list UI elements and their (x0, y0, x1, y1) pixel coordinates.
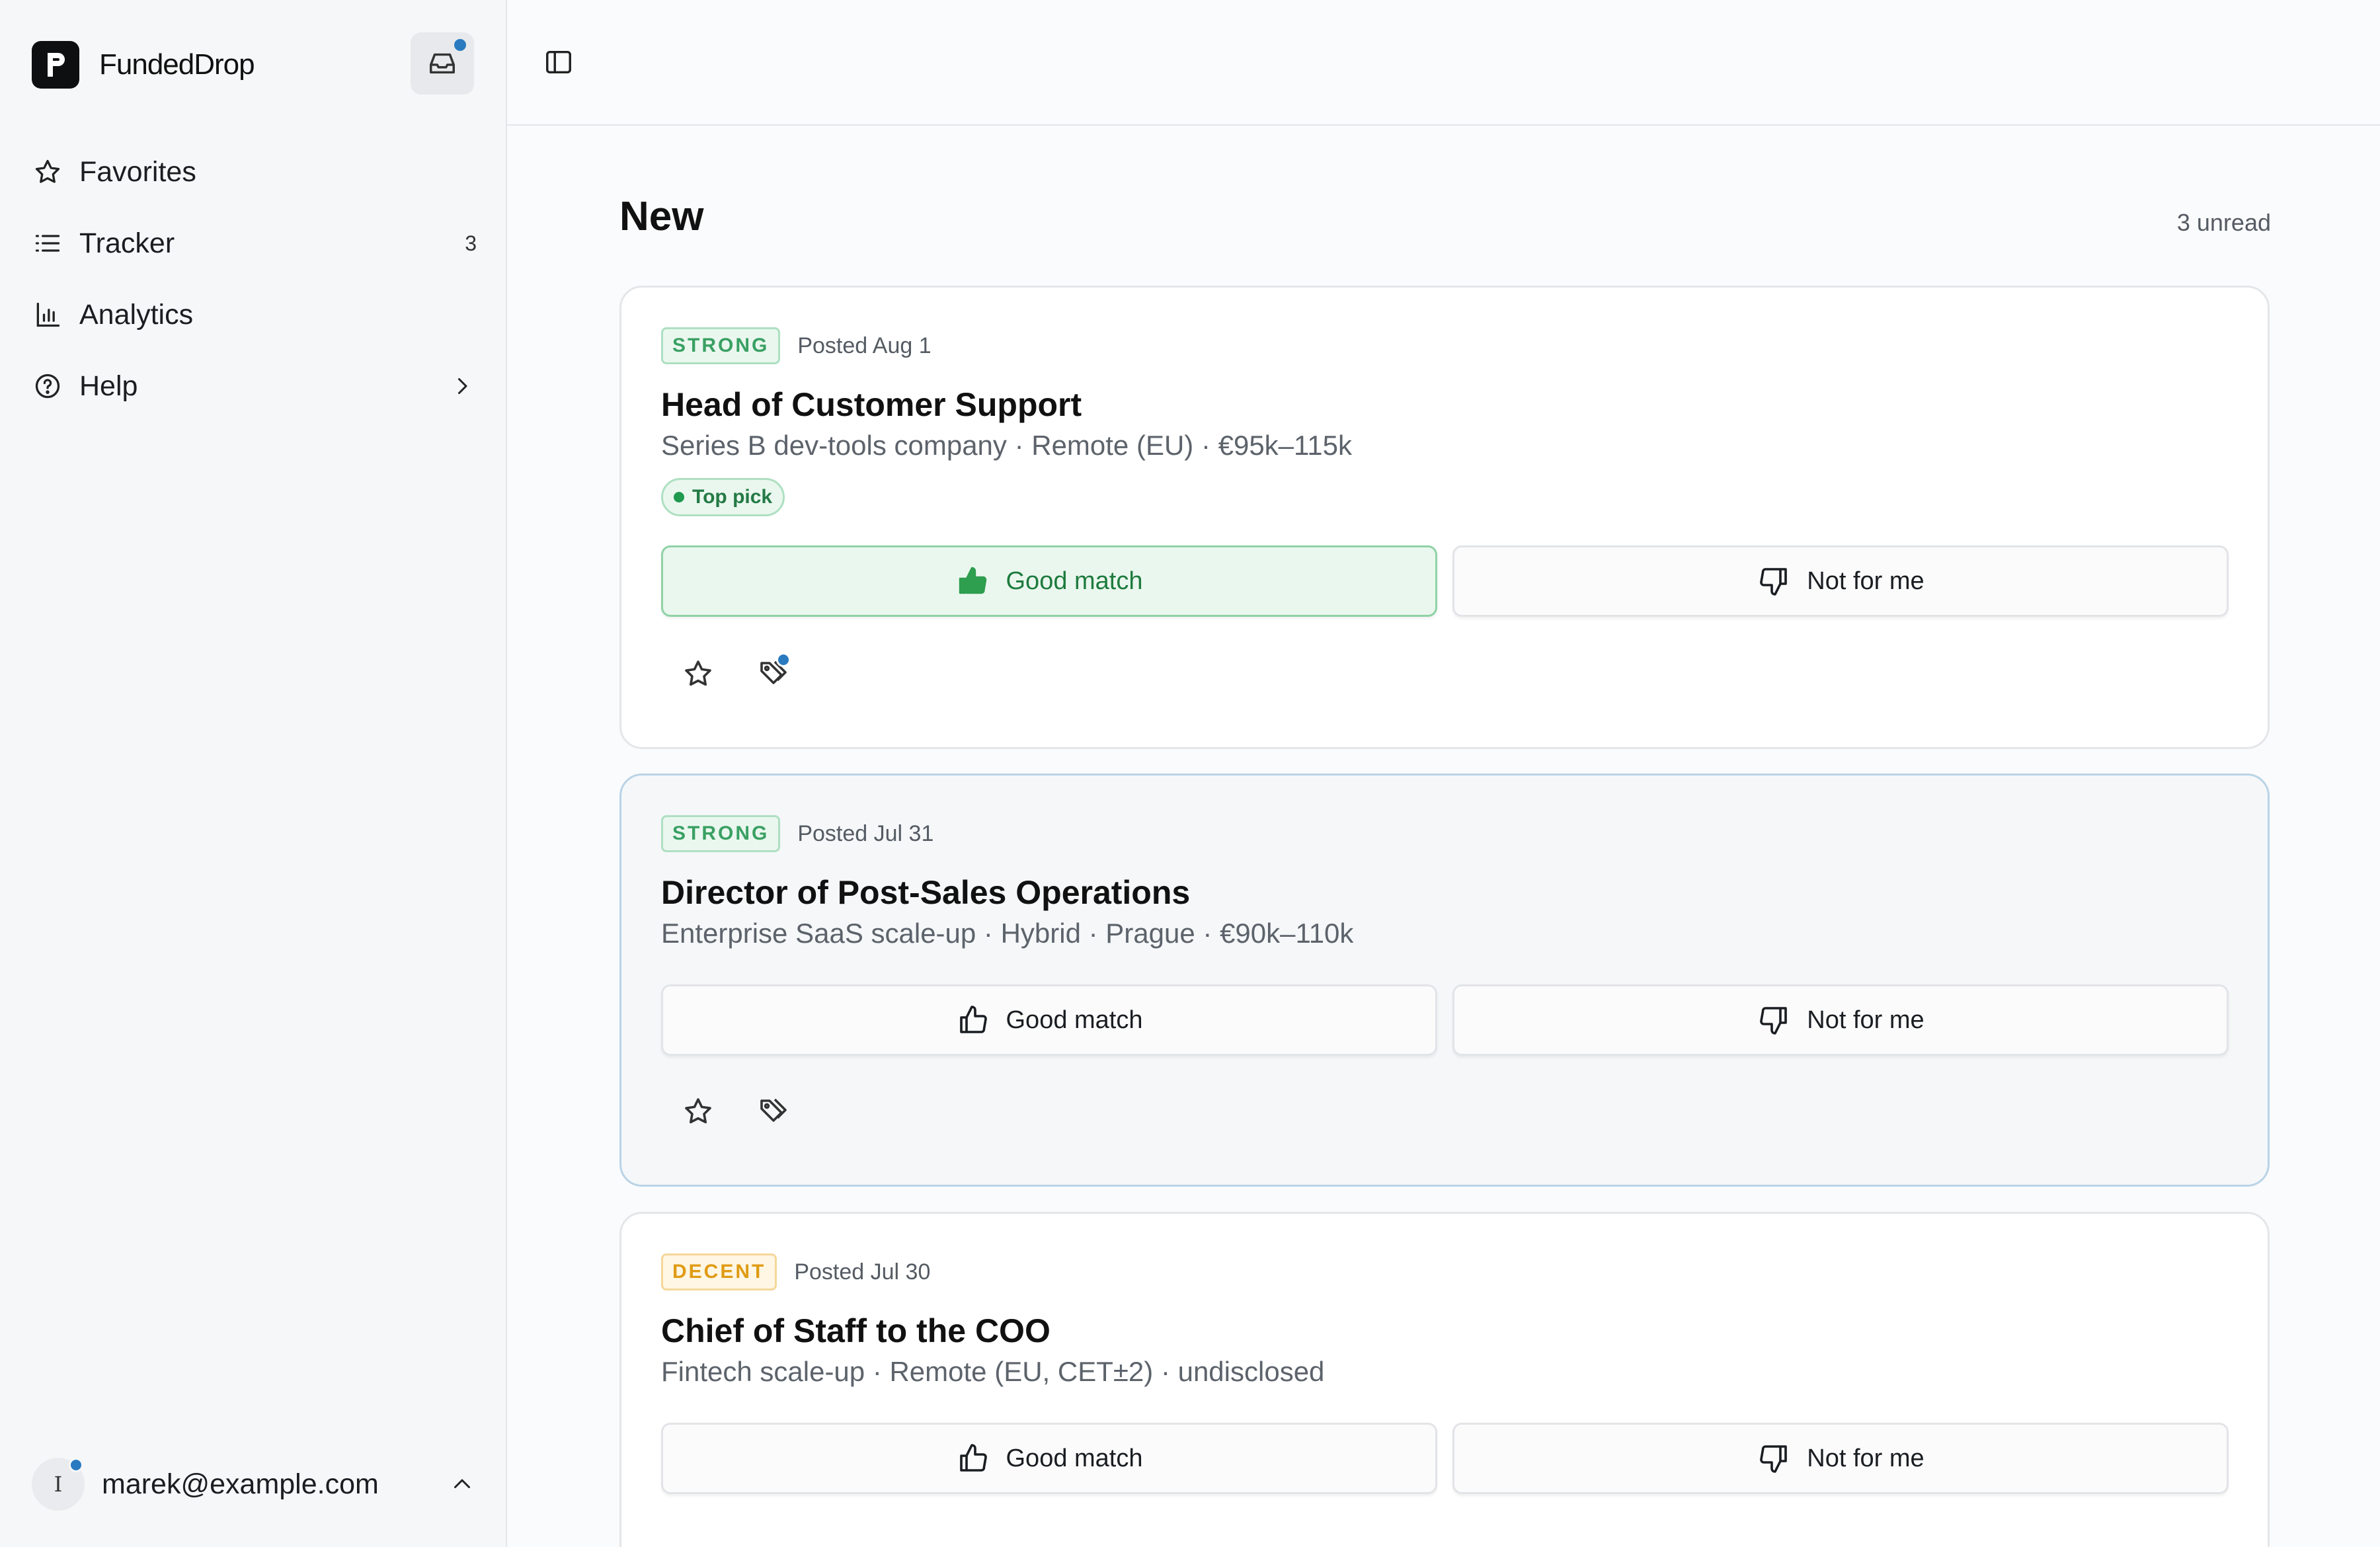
button-label: Not for me (1807, 567, 1924, 595)
tag-button[interactable] (752, 653, 795, 695)
thumbs-down-icon (1757, 1003, 1791, 1037)
chevron-up-icon (446, 1468, 478, 1500)
sidebar-item-tracker[interactable]: Tracker 3 (32, 208, 478, 279)
list-icon (32, 227, 63, 259)
match-badge: STRONG (661, 815, 781, 852)
notification-dot (454, 39, 466, 51)
not-for-me-button[interactable]: Not for me (1452, 1423, 2229, 1494)
good-match-button[interactable]: Good match (661, 545, 1437, 617)
card-meta: STRONG Posted Aug 1 (661, 327, 932, 364)
posted-date: Posted Jul 31 (797, 820, 934, 846)
not-for-me-button[interactable]: Not for me (1452, 984, 2229, 1056)
button-label: Good match (1006, 567, 1143, 595)
card-meta: DECENT Posted Jul 30 (661, 1253, 930, 1290)
user-menu[interactable]: I marek@example.com (32, 1454, 478, 1514)
job-card[interactable]: DECENT Posted Jul 30 Chief of Staff to t… (619, 1212, 2270, 1547)
sidebar-item-label: Help (79, 370, 138, 402)
notification-dot (69, 1458, 83, 1472)
sidebar-item-analytics[interactable]: Analytics (32, 279, 478, 350)
sidebar-item-label: Tracker (79, 227, 175, 259)
brand-name: FundedDrop (99, 48, 255, 81)
job-card[interactable]: STRONG Posted Jul 31 Director of Post-Sa… (619, 774, 2270, 1187)
button-label: Not for me (1807, 1444, 1924, 1472)
good-match-button[interactable]: Good match (661, 1423, 1437, 1494)
chevron-right-icon (446, 370, 478, 402)
main-content: New 3 unread STRONG Posted Aug 1 Head of… (507, 0, 2380, 1547)
job-title[interactable]: Head of Customer Support (661, 385, 1082, 424)
sidebar-item-help[interactable]: Help (32, 350, 478, 422)
match-badge: DECENT (661, 1253, 777, 1290)
card-meta: STRONG Posted Jul 31 (661, 815, 933, 852)
user-email: marek@example.com (102, 1468, 379, 1500)
job-subtitle: Enterprise SaaS scale-up · Hybrid · Prag… (661, 918, 1354, 949)
top-pick-badge: Top pick (661, 478, 785, 516)
job-card[interactable]: STRONG Posted Aug 1 Head of Customer Sup… (619, 286, 2270, 749)
posted-date: Posted Jul 30 (794, 1259, 931, 1285)
inbox-button[interactable] (411, 32, 474, 95)
thumbs-up-icon (956, 1003, 990, 1037)
avatar-initial: I (54, 1472, 63, 1497)
status-dot (674, 492, 684, 502)
job-title[interactable]: Chief of Staff to the COO (661, 1312, 1051, 1350)
favorite-button[interactable] (677, 1090, 719, 1132)
tracker-count: 3 (465, 231, 477, 255)
thumbs-up-icon (956, 564, 990, 598)
thumbs-down-icon (1757, 1441, 1791, 1476)
star-icon (685, 1098, 711, 1124)
match-badge: STRONG (661, 327, 781, 364)
toggle-sidebar-button[interactable] (543, 46, 575, 78)
top-pick-label: Top pick (692, 486, 773, 508)
thumbs-down-icon (1757, 564, 1791, 598)
logo-icon (32, 41, 79, 89)
not-for-me-button[interactable]: Not for me (1452, 545, 2229, 617)
star-icon (32, 156, 63, 188)
posted-date: Posted Aug 1 (797, 333, 932, 358)
button-label: Not for me (1807, 1006, 1924, 1034)
sidebar-item-label: Favorites (79, 155, 196, 188)
job-subtitle: Fintech scale-up · Remote (EU, CET±2) · … (661, 1356, 1325, 1387)
sidebar-panel-icon (546, 50, 571, 74)
bar-chart-icon (32, 299, 63, 331)
topbar (507, 0, 2380, 126)
job-title[interactable]: Director of Post-Sales Operations (661, 873, 1190, 912)
inbox-icon (430, 53, 455, 74)
tags-icon (760, 1098, 787, 1122)
sidebar-nav: Favorites Tracker 3 Analytics Help (32, 136, 478, 422)
thumbs-up-icon (956, 1441, 990, 1476)
sidebar-item-label: Analytics (79, 298, 194, 331)
job-subtitle: Series B dev-tools company · Remote (EU)… (661, 430, 1352, 461)
unread-count: 3 unread (2176, 209, 2271, 236)
good-match-button[interactable]: Good match (661, 984, 1437, 1056)
sidebar: FundedDrop Favorites Tracker 3 Analytics… (0, 0, 507, 1547)
page-title: New (619, 194, 704, 239)
favorite-button[interactable] (677, 653, 719, 695)
button-label: Good match (1006, 1444, 1143, 1472)
help-circle-icon (32, 370, 63, 402)
brand[interactable]: FundedDrop (32, 41, 255, 89)
star-icon (685, 660, 711, 686)
tag-button[interactable] (752, 1090, 795, 1132)
sidebar-item-favorites[interactable]: Favorites (32, 136, 478, 208)
avatar: I (32, 1458, 85, 1511)
button-label: Good match (1006, 1006, 1143, 1034)
notification-dot (776, 653, 791, 667)
app-root: FundedDrop Favorites Tracker 3 Analytics… (0, 0, 2380, 1547)
